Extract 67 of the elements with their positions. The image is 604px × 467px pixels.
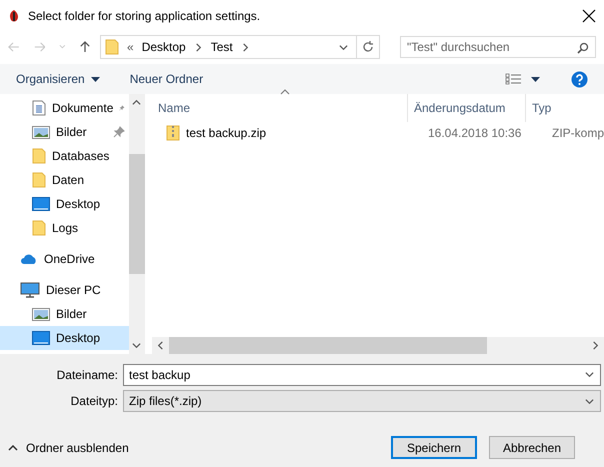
nav-item[interactable]: Logs [0,216,129,240]
nav-item[interactable]: OneDrive [0,247,129,271]
breadcrumb-overflow[interactable]: « [127,40,134,54]
new-folder-button[interactable]: Neuer Ordner [130,72,204,86]
computer-icon [20,282,40,298]
nav-item[interactable]: Dieser PC [0,278,129,302]
nav-item[interactable]: Desktop [0,192,129,216]
chevron-right-icon[interactable] [240,42,250,52]
field-label: Dateiname: [56,368,119,382]
vertical-scrollbar[interactable] [128,94,145,354]
help-icon[interactable] [571,70,588,88]
nav-item[interactable]: Daten [0,168,129,192]
nav-item[interactable]: Databases [0,144,129,168]
chevron-up-icon[interactable] [8,444,18,450]
nav-item[interactable]: Bilder [0,302,129,326]
dialog-button[interactable]: Speichern [391,436,477,459]
horizontal-scrollbar[interactable] [152,337,604,354]
window-title: Select folder for storing application settings. [28,9,262,23]
breadcrumb[interactable]: Test [210,40,233,54]
field-label: Dateityp: [70,394,119,408]
scroll-left-icon[interactable] [156,341,165,350]
cloud-icon [20,253,38,265]
close-icon[interactable] [582,9,596,23]
folder-icon [32,220,46,236]
scrollbar-thumb[interactable] [168,337,487,354]
search-field[interactable]: "Test" durchsuchen [400,36,596,58]
pin-icon[interactable] [112,126,125,138]
app-logo-icon [8,9,20,23]
picture-icon [32,126,50,138]
zip-folder-icon [166,125,180,141]
up-arrow-icon[interactable] [80,40,90,54]
organize-menu-button[interactable]: Organisieren [16,72,100,86]
chevron-down-icon[interactable] [339,42,348,52]
sort-ascending-icon [280,89,290,95]
column-header[interactable]: Änderungsdatum [408,94,526,122]
dialog-button[interactable]: Abbrechen [489,436,575,459]
address-bar[interactable]: « Desktop Test [100,35,380,59]
scroll-right-icon[interactable] [591,341,600,350]
file-date: 16.04.2018 10:36 [426,126,522,140]
nav-item[interactable]: Bilder [0,120,129,144]
nav-item[interactable]: Desktop [0,326,129,350]
desktop-icon [32,331,50,345]
folder-icon [32,148,46,164]
breadcrumb[interactable]: Desktop [142,40,186,54]
dropdown-triangle-icon[interactable] [90,76,100,82]
folder-icon [105,39,119,55]
chevron-right-icon[interactable] [194,42,203,52]
file-type: ZIP-komp [550,126,604,140]
folder-icon [32,172,46,188]
scrollbar-thumb[interactable] [128,154,145,274]
column-header[interactable]: Name [152,94,408,122]
search-icon[interactable] [577,42,589,54]
file-name[interactable]: test backup.zip [186,126,266,140]
view-options-icon[interactable] [505,73,541,85]
filetype-dropdown[interactable]: Zip files(*.zip) [123,390,601,412]
scroll-up-icon[interactable] [132,98,142,107]
refresh-icon[interactable] [362,41,374,53]
filename-field[interactable]: test backup [123,364,601,386]
column-header[interactable]: Typ [526,94,604,122]
hide-folders-button[interactable]: Ordner ausblenden [8,440,129,454]
scroll-down-icon[interactable] [132,341,142,350]
chevron-down-icon[interactable] [585,396,594,406]
picture-icon [32,308,50,320]
desktop-icon [32,197,50,211]
chevron-down-icon[interactable] [585,370,594,379]
nav-item[interactable]: Dokumente [0,96,129,120]
document-icon [32,100,46,116]
